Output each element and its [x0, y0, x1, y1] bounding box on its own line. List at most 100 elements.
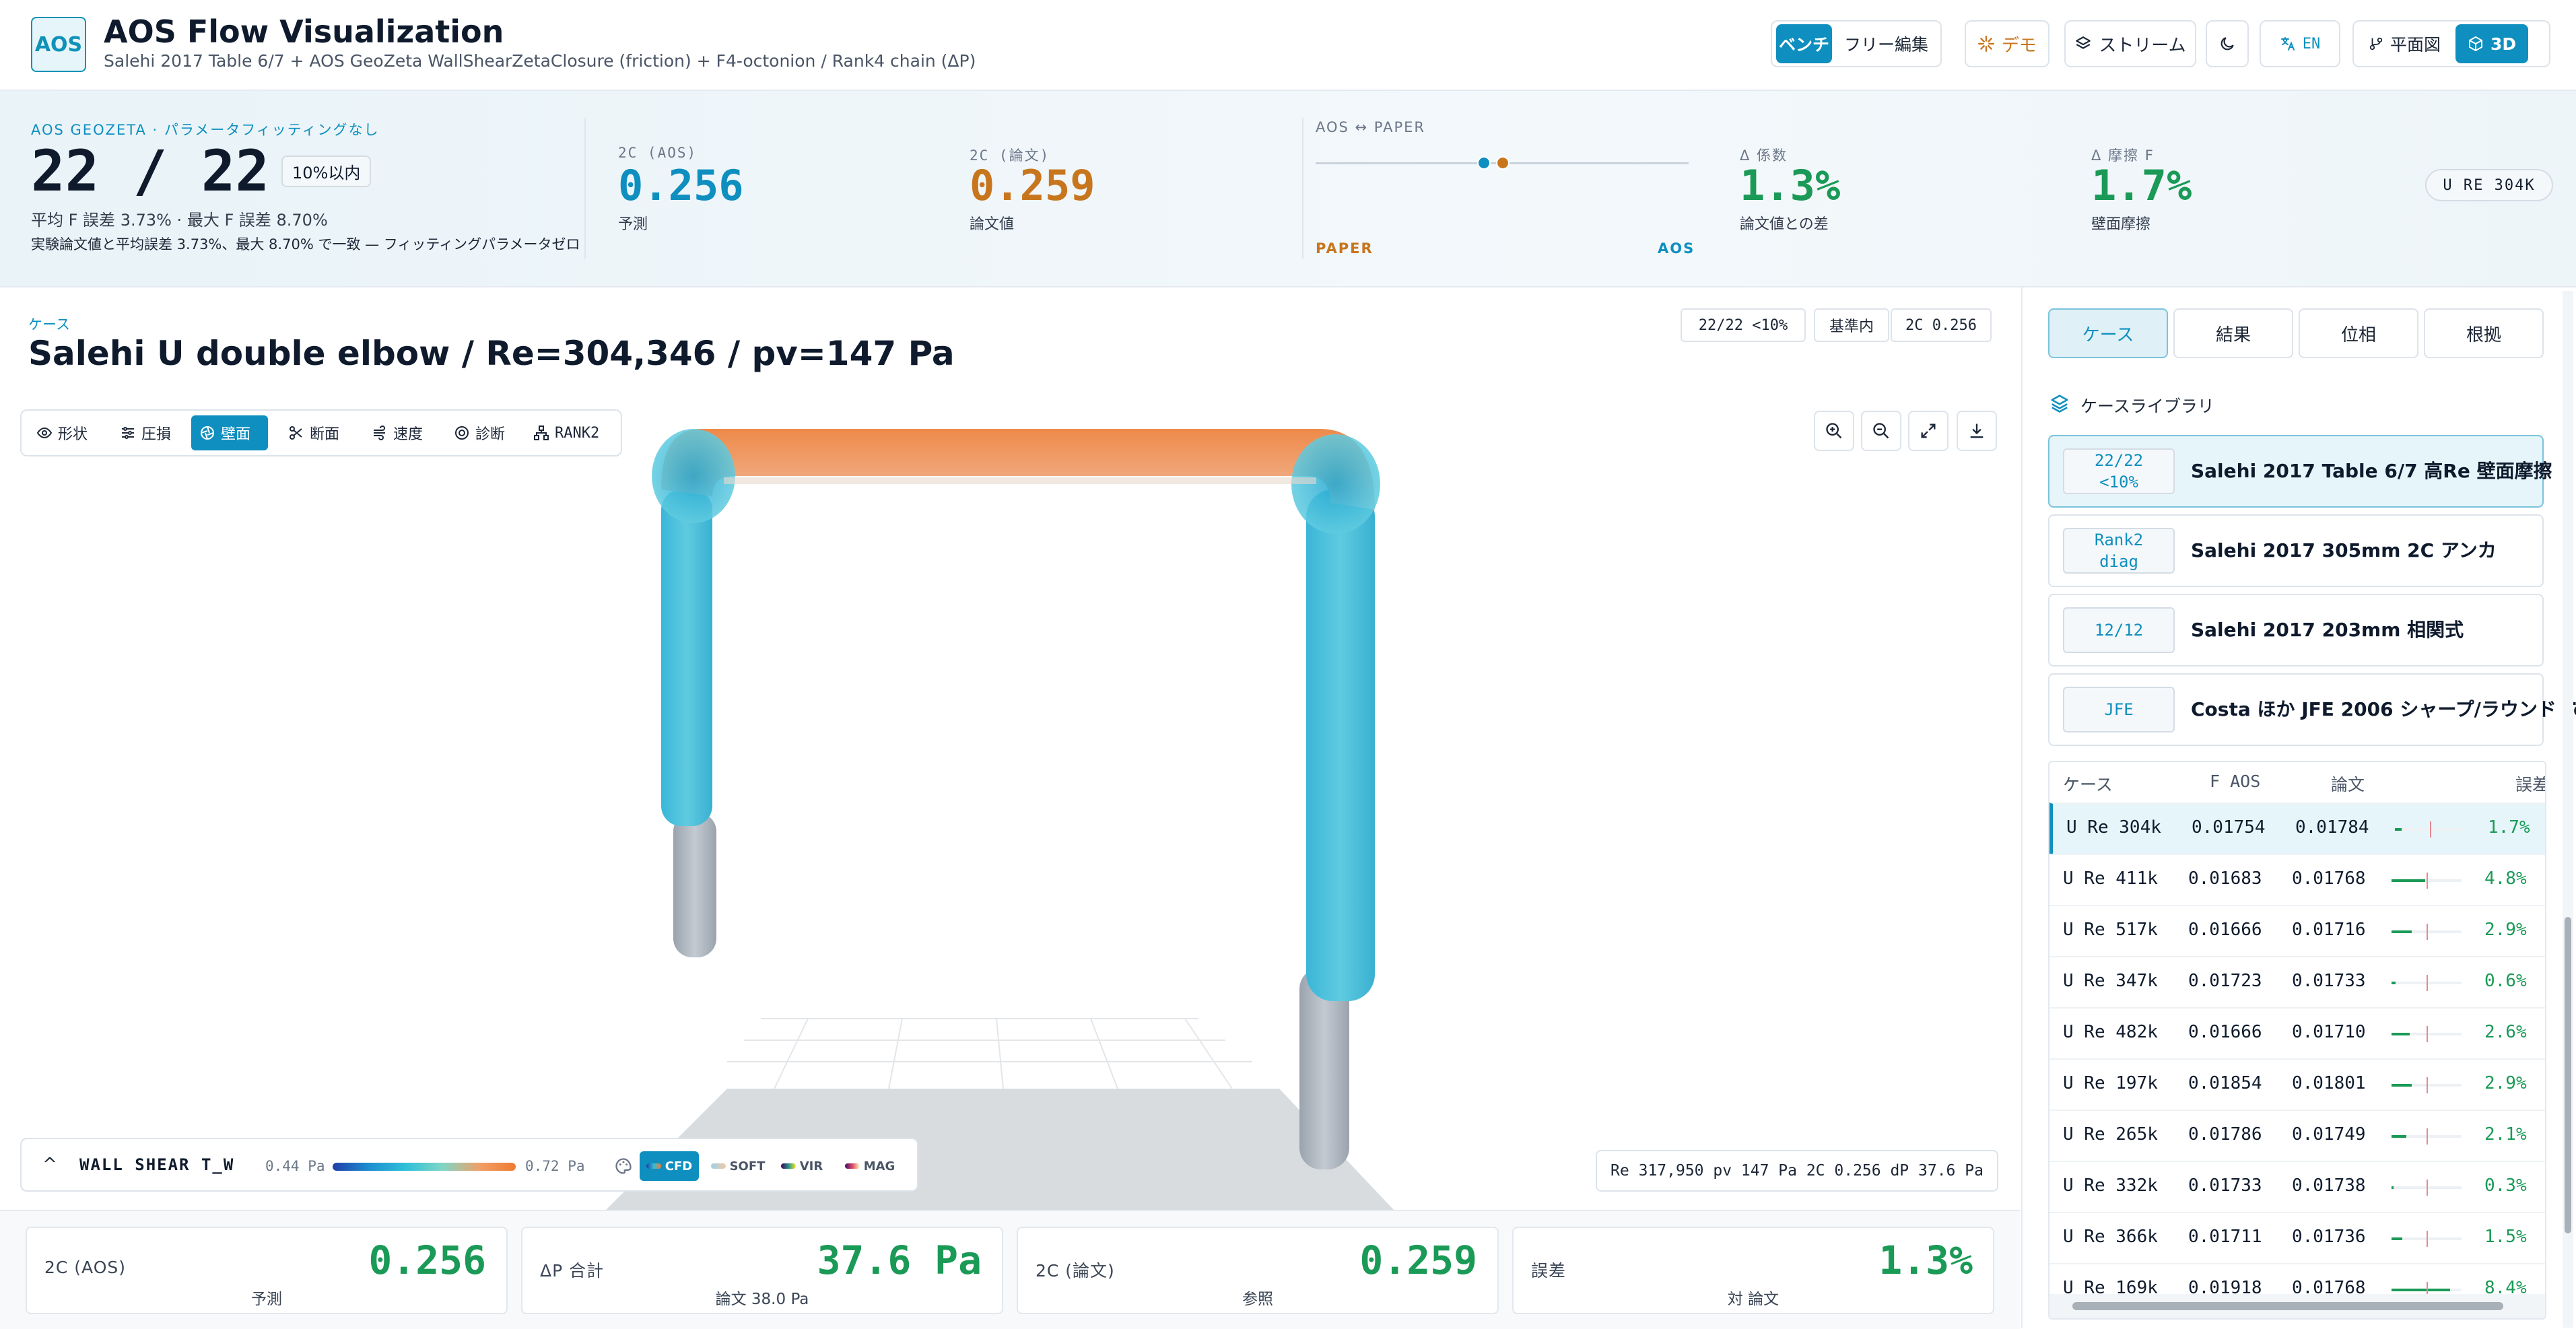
theme-toggle-button[interactable] [2206, 20, 2249, 67]
translate-icon [2280, 37, 2295, 50]
app-header: AOS AOS Flow Visualization Salehi 2017 T… [0, 0, 2576, 91]
language-button[interactable]: EN [2260, 20, 2340, 67]
tab-results[interactable]: 結果 [2173, 308, 2293, 358]
cell-error: 2.9% [2484, 920, 2527, 940]
cell-case: U Re 347k [2063, 971, 2158, 991]
kpi-value: 37.6 Pa [817, 1237, 982, 1283]
kpi-card-dp: ΔP 合計 37.6 Pa 論文 38.0 Pa [521, 1227, 1003, 1314]
col-header-case: ケース [2063, 775, 2113, 794]
tool-wall[interactable]: 壁面 [191, 415, 268, 450]
layers-icon [2076, 36, 2091, 49]
tab-evidence[interactable]: 根拠 [2424, 308, 2544, 358]
table-row[interactable]: U Re 366k 0.01711 0.01736 1.5% [2049, 1212, 2545, 1263]
error-sparkline [2392, 873, 2462, 889]
vertical-scrollbar[interactable] [2563, 291, 2573, 1328]
error-sparkline [2392, 975, 2462, 991]
table-row[interactable]: U Re 304k 0.01754 0.01784 1.7% [2049, 803, 2545, 854]
library-item[interactable]: 22/22 <10% Salehi 2017 Table 6/7 高Re 壁面摩… [2048, 435, 2552, 508]
error-bar [2392, 1289, 2451, 1291]
cell-error: 2.9% [2484, 1073, 2527, 1093]
left-pipe-grey [673, 813, 716, 957]
table-row[interactable]: U Re 332k 0.01733 0.01738 0.3% [2049, 1161, 2545, 1212]
palette-mag-button[interactable]: MAG [838, 1151, 902, 1181]
tab-topology[interactable]: 位相 [2299, 308, 2418, 358]
view-3d-button[interactable]: 3D [2455, 24, 2529, 63]
fullscreen-button[interactable] [1908, 411, 1948, 451]
tool-section[interactable]: 断面 [280, 415, 347, 450]
floor-grid [727, 1018, 1252, 1089]
table-row[interactable]: U Re 482k 0.01666 0.01710 2.6% [2049, 1007, 2545, 1058]
table-row[interactable]: U Re 517k 0.01666 0.01716 2.9% [2049, 905, 2545, 956]
kpi-label: 2C (AOS) [44, 1258, 127, 1277]
tool-shape[interactable]: 形状 [28, 415, 96, 450]
error-bar [2392, 982, 2396, 984]
cell-f-aos: 0.01683 [2188, 868, 2262, 889]
stream-button[interactable]: ストリーム [2064, 20, 2196, 67]
cell-error: 0.3% [2484, 1175, 2527, 1196]
tool-rank2[interactable]: RANK2 [525, 415, 607, 450]
library-item-tag: JFE [2063, 687, 2175, 732]
legend-collapse-button[interactable]: ^ [35, 1150, 65, 1180]
view-plan-button[interactable]: 平面図 [2358, 24, 2451, 63]
view-mode-toolbar: 形状 圧損 壁面 断面 速度 診断 RANK2 [20, 409, 622, 456]
tool-wall-label: 壁面 [221, 426, 251, 443]
mode-free-edit-button[interactable]: フリー編集 [1836, 24, 1936, 63]
demo-label: デモ [2001, 35, 2037, 56]
view-plan-label: 平面図 [2390, 35, 2441, 55]
layers-icon [2051, 395, 2068, 413]
table-row[interactable]: U Re 347k 0.01723 0.01733 0.6% [2049, 956, 2545, 1007]
cell-case: U Re 411k [2063, 868, 2158, 889]
cell-case: U Re 304k [2066, 817, 2161, 838]
reference-tick [2427, 1180, 2428, 1196]
reference-tick [2427, 975, 2428, 991]
colormap-legend: ^ WALL SHEAR T_W 0.44 Pa 0.72 Pa CFD SOF… [20, 1138, 918, 1192]
table-row[interactable]: U Re 197k 0.01854 0.01801 2.9% [2049, 1058, 2545, 1110]
cell-f-aos: 0.01854 [2188, 1073, 2262, 1093]
zoom-out-icon [1873, 423, 1889, 439]
palette-soft-button[interactable]: SOFT [706, 1151, 770, 1181]
app-title: AOS Flow Visualization [104, 13, 504, 50]
cell-f-aos: 0.01711 [2188, 1227, 2262, 1247]
tool-diagnostics[interactable]: 診断 [446, 415, 513, 450]
tool-velocity[interactable]: 速度 [364, 415, 431, 450]
tab-cases[interactable]: ケース [2048, 308, 2168, 358]
legend-min: 0.44 Pa [265, 1158, 325, 1174]
palette-cfd-button[interactable]: CFD [640, 1151, 699, 1181]
palette-vir-button[interactable]: VIR [773, 1151, 831, 1181]
demo-button[interactable]: デモ [1965, 20, 2049, 67]
aos-coef-label: 2C (AOS) [618, 145, 698, 161]
cell-case: U Re 366k [2063, 1227, 2158, 1247]
table-row[interactable]: U Re 265k 0.01786 0.01749 2.1% [2049, 1110, 2545, 1161]
tool-section-label: 断面 [310, 426, 340, 443]
library-item[interactable]: Rank2 diag Salehi 2017 305mm 2C アンカ [2048, 514, 2544, 587]
palette-swatch [780, 1163, 796, 1169]
status-chip: 基準内 [1814, 308, 1889, 342]
scrollbar-thumb[interactable] [2565, 917, 2571, 1233]
tool-pressure-loss[interactable]: 圧損 [112, 415, 179, 450]
library-title: ケースライブラリ [2080, 397, 2214, 416]
library-item[interactable]: JFE Costa ほか JFE 2006 シャープ/ラウンド Tee [2048, 673, 2576, 746]
error-sparkline [2392, 1077, 2462, 1093]
zoom-in-button[interactable] [1814, 411, 1854, 451]
library-item-name: Salehi 2017 305mm 2C アンカ [2191, 539, 2497, 561]
error-bar [2392, 930, 2412, 933]
error-sparkline [2392, 924, 2462, 940]
aos-coef-value: 0.256 [618, 161, 744, 210]
error-bar [2392, 1237, 2402, 1240]
coef-chip: 2C 0.256 [1891, 308, 1992, 342]
zoom-out-button[interactable] [1861, 411, 1901, 451]
horizontal-scrollbar[interactable] [2049, 1294, 2545, 1318]
cell-case: U Re 197k [2063, 1073, 2158, 1093]
left-pipe [661, 489, 712, 826]
app-logo: AOS [31, 17, 86, 72]
library-item[interactable]: 12/12 Salehi 2017 203mm 相関式 [2048, 594, 2544, 667]
case-title: Salehi U double elbow / Re=304,346 / pv=… [28, 334, 955, 373]
cell-case: U Re 265k [2063, 1124, 2158, 1145]
tool-rank2-label: RANK2 [555, 424, 600, 442]
table-row[interactable]: U Re 411k 0.01683 0.01768 4.8% [2049, 854, 2545, 905]
col-header-error: 誤差 [2515, 775, 2546, 794]
scrollbar-thumb[interactable] [2072, 1302, 2503, 1310]
download-button[interactable] [1957, 411, 1997, 451]
mode-bench-button[interactable]: ベンチ [1776, 24, 1832, 63]
wind-icon [374, 425, 385, 440]
